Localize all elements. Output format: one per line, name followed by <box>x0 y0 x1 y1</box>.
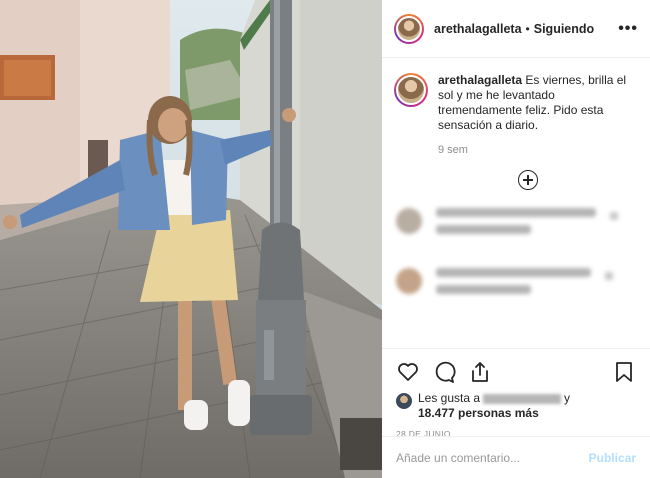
bookmark-icon[interactable] <box>612 360 636 384</box>
avatar-image <box>396 15 422 42</box>
likes-prefix: Les gusta a <box>418 391 481 405</box>
likes-connector: y <box>564 391 571 405</box>
caption: arethalagalleta Es viernes, brilla el so… <box>394 73 638 158</box>
load-more-comments-icon[interactable] <box>518 170 538 190</box>
likes-summary: Les gusta a y 18.477 personas más <box>396 391 636 421</box>
comment-icon[interactable] <box>432 360 456 384</box>
commenter-avatar <box>396 208 422 234</box>
blurred-comment-line <box>436 268 591 277</box>
comment-body-blurred <box>436 268 591 302</box>
avatar-image <box>396 75 426 105</box>
author-username[interactable]: arethalagalleta <box>434 22 522 36</box>
blurred-liker-name <box>483 393 562 404</box>
blurred-comment-meta <box>436 285 531 294</box>
caption-avatar[interactable] <box>394 73 428 107</box>
commenter-avatar <box>396 268 422 294</box>
heart-icon[interactable] <box>396 360 420 384</box>
publish-button[interactable]: Publicar <box>589 451 636 465</box>
post-sidebar: arethalagalleta • Siguiendo ••• arethala… <box>382 0 650 478</box>
share-icon[interactable] <box>468 360 492 384</box>
likes-count[interactable]: 18.477 personas más <box>418 406 539 420</box>
liker-avatar[interactable] <box>396 393 412 409</box>
post-photo[interactable] <box>0 0 382 478</box>
add-comment-bar: Publicar <box>382 436 650 478</box>
comment-input[interactable] <box>396 450 589 465</box>
post-header: arethalagalleta • Siguiendo ••• <box>382 0 650 58</box>
likes-text: Les gusta a y 18.477 personas más <box>418 391 570 421</box>
post-actions: Les gusta ay 18.477 personas más 28 DE J… <box>382 348 650 439</box>
post-image <box>0 0 382 478</box>
blurred-comment-meta <box>436 225 531 234</box>
separator-dot: • <box>525 21 530 36</box>
comment-item <box>394 208 638 242</box>
blurred-comment-line <box>436 208 596 217</box>
comment-item <box>394 268 638 302</box>
action-icons <box>396 357 636 387</box>
caption-username[interactable]: arethalagalleta <box>438 73 522 87</box>
more-options-icon[interactable]: ••• <box>618 20 638 38</box>
comment-like-icon[interactable] <box>605 272 613 280</box>
caption-body: arethalagalleta Es viernes, brilla el so… <box>438 73 638 158</box>
instagram-post: arethalagalleta • Siguiendo ••• arethala… <box>0 0 650 478</box>
comments-section: arethalagalleta Es viernes, brilla el so… <box>382 59 650 348</box>
follow-status-button[interactable]: Siguiendo <box>534 22 594 36</box>
comment-body-blurred <box>436 208 596 242</box>
comment-like-icon[interactable] <box>610 212 618 220</box>
caption-age: 9 sem <box>438 144 468 156</box>
author-avatar[interactable] <box>394 13 424 44</box>
